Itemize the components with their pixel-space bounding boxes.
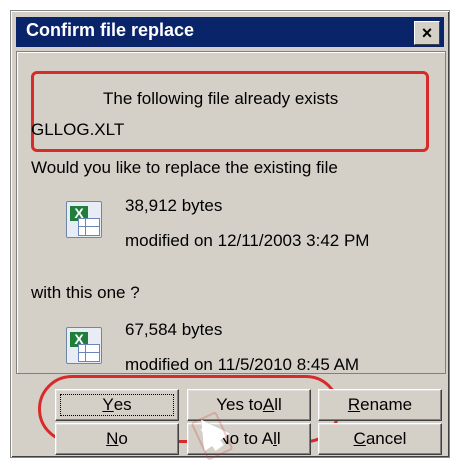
existing-file-modified: modified on 12/11/2003 3:42 PM <box>125 231 370 250</box>
existing-file-size: 38,912 bytes <box>125 196 223 215</box>
new-file-size: 67,584 bytes <box>125 320 223 339</box>
dialog-title: Confirm file replace <box>26 20 195 40</box>
replace-question: Would you like to replace the existing f… <box>31 158 338 177</box>
excel-template-icon: X <box>66 201 102 238</box>
file-name: GLLOG.XLT <box>31 120 125 139</box>
with-this-one-label: with this one ? <box>31 283 140 302</box>
yes-button[interactable]: Yes <box>55 389 179 421</box>
confirm-file-replace-dialog: Confirm file replace × The following fil… <box>10 10 450 461</box>
rename-button[interactable]: Rename <box>318 389 442 421</box>
new-file-modified: modified on 11/5/2010 8:45 AM <box>125 355 360 374</box>
excel-template-icon: X <box>66 327 102 364</box>
no-button[interactable]: No <box>55 423 179 455</box>
close-icon[interactable]: × <box>414 21 440 45</box>
message-panel: The following file already exists GLLOG.… <box>16 51 446 374</box>
cancel-button[interactable]: Cancel <box>318 423 442 455</box>
exists-message: The following file already exists <box>103 89 339 108</box>
dialog-titlebar: Confirm file replace × <box>16 17 444 47</box>
